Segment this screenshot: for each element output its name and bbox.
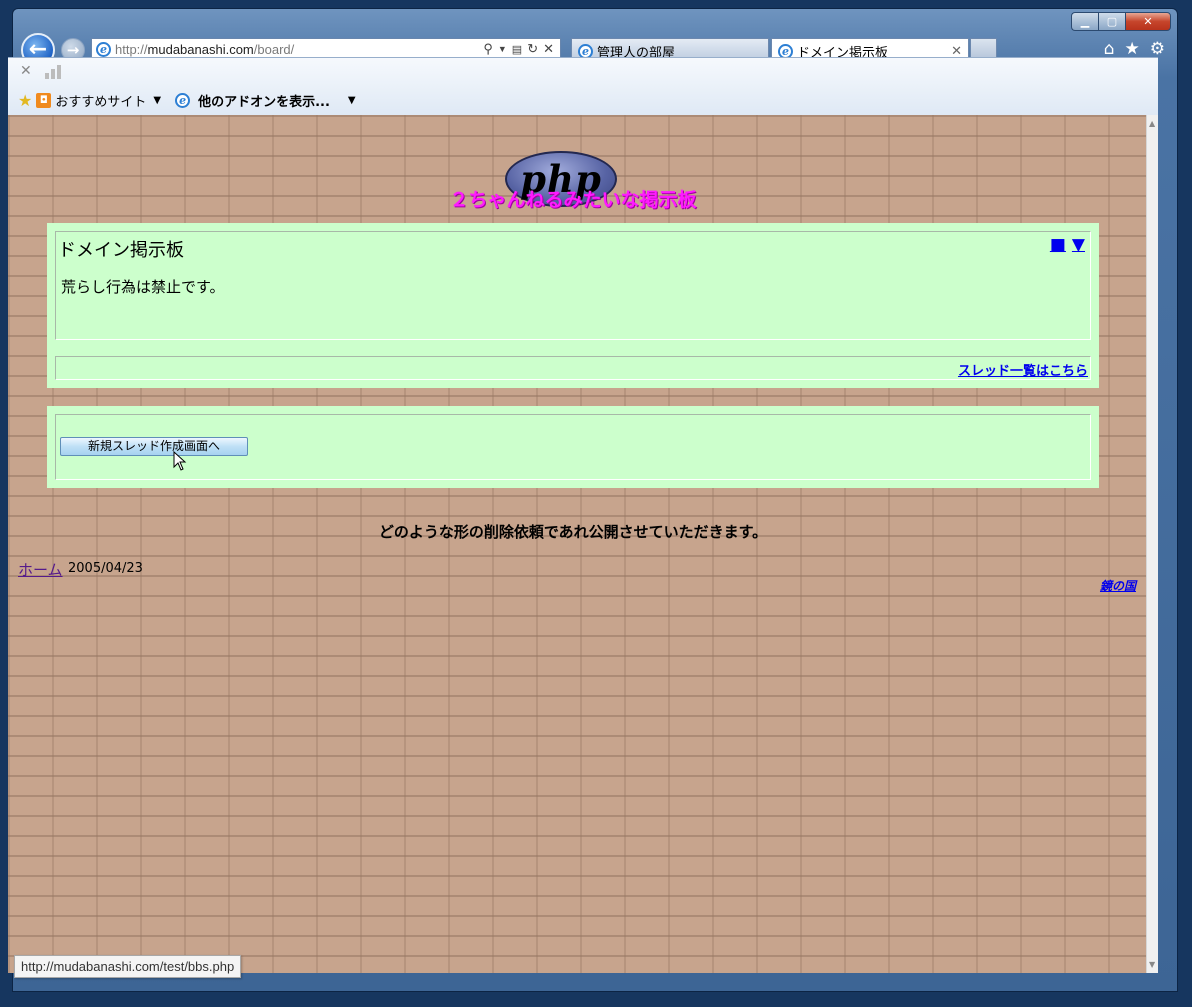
stop-icon[interactable]: ✕ (543, 41, 554, 57)
search-icon[interactable]: ⚲ (483, 41, 493, 57)
deletion-notice: どのような形の削除依頼であれ公開させていただきます。 (378, 523, 768, 541)
vertical-scrollbar[interactable]: ▲ ▼ (1146, 115, 1158, 973)
board-header-panel: ドメイン掲示板 ■ ▼ 荒らし行為は禁止です。 (47, 223, 1099, 348)
board-rule-text: 荒らし行為は禁止です。 (61, 278, 225, 296)
status-bar-url: http://mudabanashi.com/test/bbs.php (14, 955, 242, 978)
create-thread-panel: 新規スレッド作成画面へ (47, 406, 1099, 488)
square-nav-link[interactable]: ■ (1050, 235, 1066, 255)
chevron-down-icon[interactable]: ▼ (348, 95, 356, 106)
board-nav-links: ■ ▼ (1050, 235, 1085, 255)
close-notification-icon[interactable]: ✕ (20, 63, 32, 79)
ie-page-icon: e (96, 41, 111, 57)
home-icon[interactable]: ⌂ (1104, 39, 1115, 59)
add-favorite-icon[interactable]: ★ (18, 91, 32, 110)
address-tools: ⚲ ▼ ▤ ↻ ✕ (483, 41, 560, 57)
thread-list-panel: スレッド一覧はこちら (47, 348, 1099, 388)
compatibility-icon[interactable]: ▤ (512, 43, 522, 56)
url-host: mudabanashi.com (147, 41, 254, 57)
browser-right-icons: ⌂ ★ ⚙ (1104, 39, 1165, 59)
scroll-up-icon[interactable]: ▲ (1149, 119, 1155, 128)
dropdown-icon[interactable]: ▼ (498, 44, 507, 54)
gear-icon[interactable]: ⚙ (1150, 39, 1165, 59)
site-title: ２ちゃんねるみたいな掲示板 (449, 189, 697, 211)
kagami-link[interactable]: 鏡の国 (1100, 577, 1136, 594)
signal-bars-icon (45, 65, 61, 79)
mouse-cursor-icon (173, 451, 187, 471)
ie-page-icon: e (175, 93, 191, 108)
page-content: php ２ちゃんねるみたいな掲示板 ドメイン掲示板 ■ ▼ 荒らし行為は禁止です… (8, 115, 1146, 973)
refresh-icon[interactable]: ↻ (527, 41, 538, 57)
url-path: /board/ (253, 41, 295, 57)
panel-frame (55, 356, 1091, 380)
command-bar: ✕ ★ ◘ おすすめサイト ▼ e 他のアドオンを表示... ▼ (8, 57, 1158, 115)
chevron-down-icon[interactable]: ▼ (153, 95, 161, 106)
scroll-down-icon[interactable]: ▼ (1149, 960, 1155, 969)
suggested-sites-link[interactable]: おすすめサイト (55, 91, 146, 110)
down-nav-link[interactable]: ▼ (1072, 235, 1085, 255)
favorites-star-icon[interactable]: ★ (1125, 39, 1140, 59)
thread-list-link[interactable]: スレッド一覧はこちら (958, 360, 1088, 379)
more-addons-link[interactable]: 他のアドオンを表示... (198, 91, 330, 110)
create-thread-button[interactable]: 新規スレッド作成画面へ (60, 437, 248, 456)
footer-date: 2005/04/23 (68, 561, 143, 576)
home-link[interactable]: ホーム (18, 559, 63, 580)
url-prefix: http:// (115, 41, 148, 57)
board-name: ドメイン掲示板 (58, 240, 184, 261)
favorites-bar: ★ ◘ おすすめサイト ▼ e 他のアドオンを表示... ▼ (18, 91, 356, 110)
suggested-sites-icon: ◘ (36, 93, 52, 108)
